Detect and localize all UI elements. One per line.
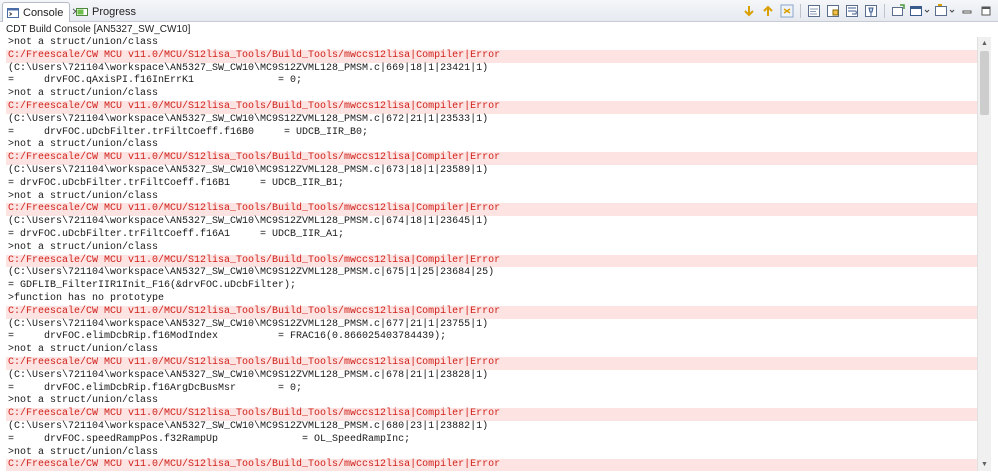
console-error-line[interactable]: C:/Freescale/CW MCU v11.0/MCU/S12lisa_To… — [6, 408, 977, 421]
clear-console-icon[interactable] — [806, 3, 822, 19]
console-line: >not a struct/union/class — [8, 446, 159, 458]
console-line: = drvFOC.uDcbFilter.trFiltCoeff.f16B1 = … — [8, 177, 345, 189]
console-line: >not a struct/union/class — [8, 88, 159, 100]
progress-icon — [76, 6, 88, 18]
console-line: (C:\Users\721104\workspace\AN5327_SW_CW1… — [8, 369, 489, 381]
scroll-lock-icon[interactable] — [825, 3, 841, 19]
next-annotation-icon[interactable] — [741, 3, 757, 19]
view-tab-bar: Console ✕ Progress — [0, 0, 998, 22]
console-toolbar — [741, 3, 994, 19]
console-line: = drvFOC.uDcbFilter.trFiltCoeff.f16A1 = … — [8, 228, 345, 240]
toolbar-separator — [884, 4, 885, 18]
console-error-line[interactable]: C:/Freescale/CW MCU v11.0/MCU/S12lisa_To… — [6, 152, 977, 165]
display-selected-console-icon[interactable] — [890, 3, 906, 19]
scroll-down-arrow-icon[interactable]: ▼ — [978, 458, 991, 471]
pin-console-icon[interactable] — [863, 3, 879, 19]
console-error-line[interactable]: C:/Freescale/CW MCU v11.0/MCU/S12lisa_To… — [6, 100, 977, 114]
scroll-up-arrow-icon[interactable]: ▲ — [978, 37, 991, 50]
console-icon — [7, 7, 19, 19]
console-line: = GDFLIB_FilterIIR1Init_F16(&drvFOC.uDcb… — [8, 280, 297, 292]
console-line: >function has no prototype — [8, 292, 165, 304]
console-line: (C:\Users\721104\workspace\AN5327_SW_CW1… — [8, 62, 489, 74]
console-line: >not a struct/union/class — [8, 37, 159, 48]
display-menu-icon[interactable] — [934, 3, 956, 19]
console-line: (C:\Users\721104\workspace\AN5327_SW_CW1… — [8, 318, 489, 330]
open-console-icon[interactable] — [909, 3, 931, 19]
console-error-line[interactable]: C:/Freescale/CW MCU v11.0/MCU/S12lisa_To… — [6, 356, 977, 370]
console-line: = drvFOC.uDcbFilter.trFiltCoeff.f16B0 = … — [8, 126, 369, 138]
vertical-scrollbar[interactable]: ▲ ▼ — [977, 37, 991, 471]
toolbar-separator — [800, 4, 801, 18]
console-error-line[interactable]: C:/Freescale/CW MCU v11.0/MCU/S12lisa_To… — [6, 459, 977, 471]
console-output[interactable]: >not a struct/union/class C:/Freescale/CW… — [6, 37, 977, 471]
console-title: CDT Build Console [AN5327_SW_CW10] — [0, 22, 998, 37]
console-line: = drvFOC.qAxisPI.f16InErrK1 = 0; — [8, 75, 303, 87]
console-line: = drvFOC.elimDcbRip.f16ArgDcBusMsr = 0; — [8, 382, 303, 394]
minimize-icon[interactable] — [959, 3, 975, 19]
console-line: (C:\Users\721104\workspace\AN5327_SW_CW1… — [8, 267, 495, 279]
console-line: >not a struct/union/class — [8, 241, 159, 253]
tab-console-label: Console — [23, 6, 64, 19]
console-line: >not a struct/union/class — [8, 344, 159, 356]
console-line: (C:\Users\721104\workspace\AN5327_SW_CW1… — [8, 216, 489, 228]
tab-progress-label: Progress — [92, 6, 137, 18]
tab-console[interactable]: Console ✕ — [2, 2, 80, 22]
word-wrap-icon[interactable] — [844, 3, 860, 19]
console-line: (C:\Users\721104\workspace\AN5327_SW_CW1… — [8, 164, 489, 176]
console-line: (C:\Users\721104\workspace\AN5327_SW_CW1… — [8, 420, 489, 432]
previous-annotation-icon[interactable] — [760, 3, 776, 19]
link-icon[interactable] — [779, 3, 795, 19]
console-error-line[interactable]: C:/Freescale/CW MCU v11.0/MCU/S12lisa_To… — [6, 203, 977, 217]
console-error-line[interactable]: C:/Freescale/CW MCU v11.0/MCU/S12lisa_To… — [6, 305, 977, 319]
console-line: = drvFOC.speedRampPos.f32RampUp = OL_Spe… — [8, 433, 411, 445]
console-line: >not a struct/union/class — [8, 190, 159, 202]
console-error-line[interactable]: C:/Freescale/CW MCU v11.0/MCU/S12lisa_To… — [6, 254, 977, 268]
scrollbar-thumb[interactable] — [980, 51, 989, 115]
tab-progress[interactable]: Progress — [72, 2, 136, 22]
console-line: >not a struct/union/class — [8, 395, 159, 407]
panel-border — [991, 22, 998, 475]
console-error-line[interactable]: C:/Freescale/CW MCU v11.0/MCU/S12lisa_To… — [6, 49, 977, 63]
console-line: >not a struct/union/class — [8, 139, 159, 151]
console-line: (C:\Users\721104\workspace\AN5327_SW_CW1… — [8, 113, 489, 125]
console-line: = drvFOC.elimDcbRip.f16ModIndex = FRAC16… — [8, 331, 447, 343]
maximize-icon[interactable] — [978, 3, 994, 19]
